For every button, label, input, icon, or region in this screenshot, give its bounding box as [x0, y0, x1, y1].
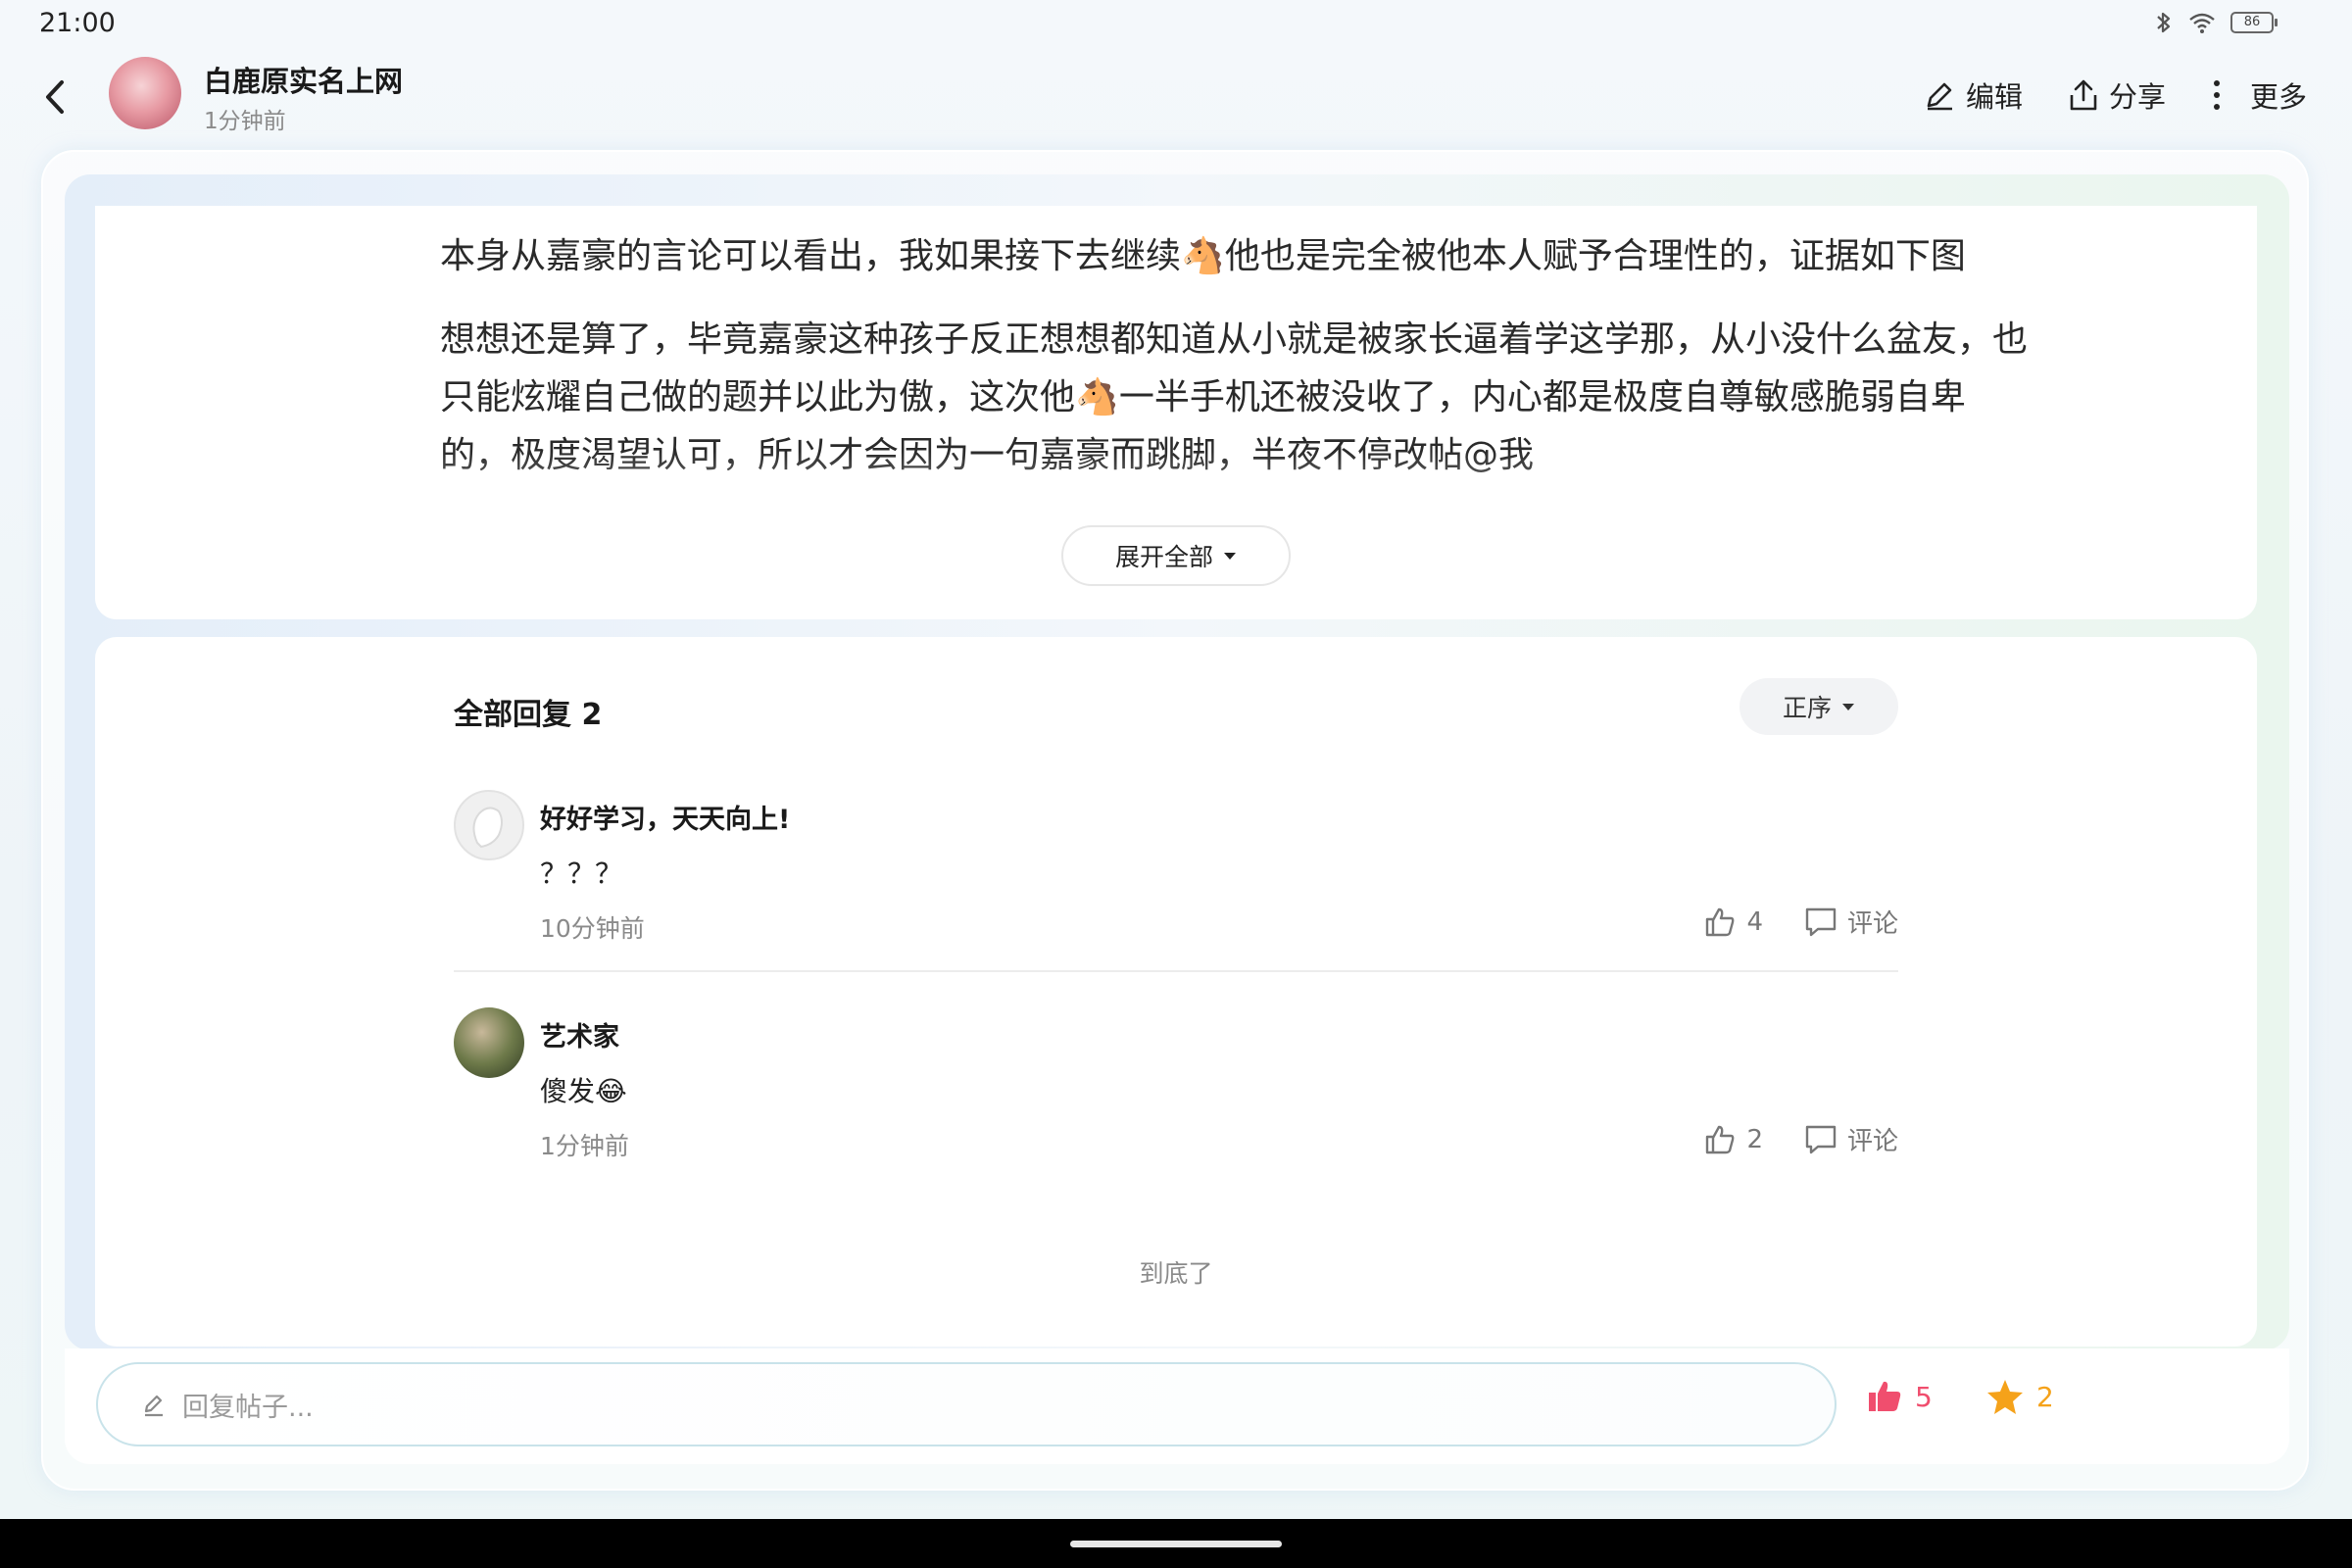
share-button[interactable]: 分享: [2068, 74, 2166, 116]
replies-card: 全部回复 2 正序 好好学习，天天向上! ？？？ 10分钟前 4 评论 艺术家 …: [95, 637, 2257, 1347]
star-filled-icon: [1987, 1380, 2023, 1414]
end-of-list-note: 到底了: [1139, 1259, 1213, 1288]
header-actions: 编辑 分享 更多: [1923, 74, 2307, 116]
thumbs-up-icon: [1706, 907, 1735, 936]
reply-comment-button[interactable]: 评论: [1804, 904, 1898, 940]
reply-input[interactable]: 回复帖子...: [96, 1362, 1837, 1446]
post-like-count: 5: [1915, 1380, 1933, 1413]
reply-divider: [454, 970, 1898, 972]
more-button[interactable]: 更多: [2211, 74, 2307, 116]
expand-label: 展开全部: [1114, 543, 1213, 571]
reply-actions: 2 评论: [1703, 1121, 1898, 1157]
pencil-icon: [1927, 82, 1952, 111]
pencil-icon: [144, 1395, 163, 1417]
reply-comment-label: 评论: [1846, 909, 1898, 939]
edit-button[interactable]: 编辑: [1923, 74, 2023, 116]
reply-bar: 回复帖子... 5 2: [65, 1348, 2289, 1464]
reply-placeholder: 回复帖子...: [182, 1392, 314, 1423]
post-favorite-count: 2: [2036, 1380, 2054, 1413]
reply-item: 好好学习，天天向上! ？？？ 10分钟前 4 评论: [454, 790, 1898, 943]
post-header: 白鹿原实名上网 1分钟前 编辑 分享 更多: [0, 49, 2352, 147]
reply-item: 艺术家 傻发😂 1分钟前 2 评论: [454, 1007, 1898, 1160]
post-like-button[interactable]: 5: [1866, 1378, 1933, 1415]
share-label: 分享: [2108, 80, 2166, 114]
caret-down-icon: [1842, 704, 1854, 710]
post-favorite-button[interactable]: 2: [1985, 1378, 2054, 1415]
status-time: 21:00: [39, 8, 116, 38]
comment-icon: [1805, 1125, 1837, 1153]
more-vertical-icon: [2213, 80, 2220, 110]
reply-username[interactable]: 艺术家: [540, 1015, 619, 1054]
author-name[interactable]: 白鹿原实名上网: [204, 59, 403, 100]
home-indicator[interactable]: [1070, 1541, 1282, 1547]
post-time: 1分钟前: [204, 109, 286, 134]
reply-time: 10分钟前: [540, 914, 645, 943]
caret-down-icon: [1224, 553, 1236, 560]
status-bar: 21:00 86: [0, 0, 2352, 49]
reply-like-count: 4: [1746, 906, 1763, 937]
status-icons: 86: [2154, 10, 2278, 35]
more-label: 更多: [2249, 80, 2307, 114]
expand-all-button[interactable]: 展开全部: [1061, 525, 1291, 586]
sort-label: 正序: [1782, 694, 1832, 722]
battery-indicator: 86: [2230, 12, 2278, 33]
bluetooth-icon: [2157, 12, 2171, 33]
reply-actions: 4 评论: [1703, 904, 1898, 940]
thumbs-up-filled-icon: [1869, 1381, 1901, 1411]
reply-avatar[interactable]: [454, 790, 524, 860]
replies-title: 全部回复 2: [454, 698, 603, 732]
reply-username[interactable]: 好好学习，天天向上!: [540, 798, 790, 836]
sort-button[interactable]: 正序: [1740, 678, 1898, 735]
system-nav-bar: [0, 1519, 2352, 1568]
reply-like-button[interactable]: 4: [1703, 906, 1763, 939]
thumbs-up-icon: [1706, 1125, 1735, 1153]
reply-avatar[interactable]: [454, 1007, 524, 1078]
ghost-avatar-icon: [472, 807, 503, 849]
comment-icon: [1805, 907, 1837, 936]
reply-like-button[interactable]: 2: [1703, 1123, 1763, 1156]
reply-text: 傻发😂: [540, 1075, 627, 1107]
reply-text: ？？？: [540, 858, 623, 890]
reply-like-count: 2: [1746, 1124, 1763, 1154]
edit-label: 编辑: [1965, 80, 2023, 114]
share-icon: [2070, 79, 2097, 111]
reply-time: 1分钟前: [540, 1132, 629, 1160]
author-avatar[interactable]: [109, 57, 181, 129]
post-paragraph: 本身从嘉豪的言论可以看出，我如果接下去继续🐴他也是完全被他本人赋予合理性的，证据…: [440, 236, 1966, 276]
wifi-icon: [2189, 13, 2215, 33]
reply-comment-label: 评论: [1846, 1127, 1898, 1156]
chevron-left-icon: [46, 80, 64, 114]
reply-comment-button[interactable]: 评论: [1804, 1121, 1898, 1157]
back-button[interactable]: [35, 73, 74, 122]
